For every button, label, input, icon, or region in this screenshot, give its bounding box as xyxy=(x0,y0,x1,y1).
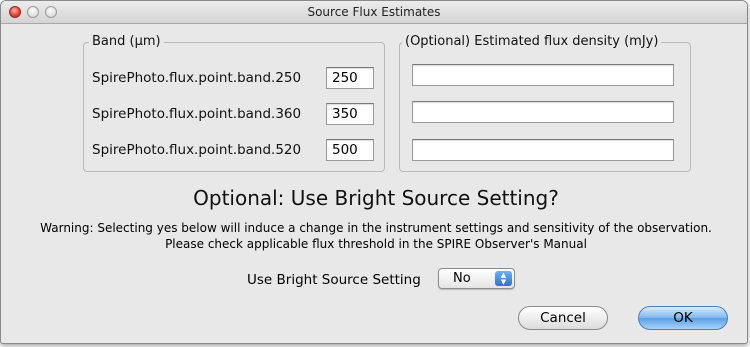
band-label-360: SpirePhoto.flux.point.band.360 xyxy=(92,106,302,122)
bright-source-select-value: No xyxy=(453,271,471,286)
band-250-input[interactable] xyxy=(326,67,374,89)
title-bar: Source Flux Estimates xyxy=(1,1,747,24)
flux-250-input[interactable] xyxy=(412,64,674,86)
up-down-arrows-icon: ▲ ▼ xyxy=(495,271,512,286)
bright-source-setting-label: Use Bright Source Setting xyxy=(247,272,421,288)
dialog-window: Source Flux Estimates Band (µm) SpirePho… xyxy=(0,0,748,344)
ok-button[interactable]: OK xyxy=(638,306,728,330)
warning-text-line1: Warning: Selecting yes below will induce… xyxy=(40,221,712,235)
band-label-250: SpirePhoto.flux.point.band.250 xyxy=(92,70,302,86)
bright-source-select[interactable]: No ▲ ▼ xyxy=(438,268,515,289)
window-title: Source Flux Estimates xyxy=(307,5,441,19)
flux-360-input[interactable] xyxy=(412,101,674,123)
bright-source-heading: Optional: Use Bright Source Setting? xyxy=(193,186,559,210)
cancel-button[interactable]: Cancel xyxy=(518,306,608,330)
band-520-input[interactable] xyxy=(326,139,374,161)
band-group-label: Band (µm) xyxy=(89,34,164,49)
band-label-520: SpirePhoto.flux.point.band.520 xyxy=(92,142,302,158)
flux-group-label: (Optional) Estimated flux density (mJy) xyxy=(402,34,662,49)
flux-520-input[interactable] xyxy=(412,139,674,161)
warning-text-line2: Please check applicable flux threshold i… xyxy=(165,237,587,251)
band-360-input[interactable] xyxy=(326,103,374,125)
